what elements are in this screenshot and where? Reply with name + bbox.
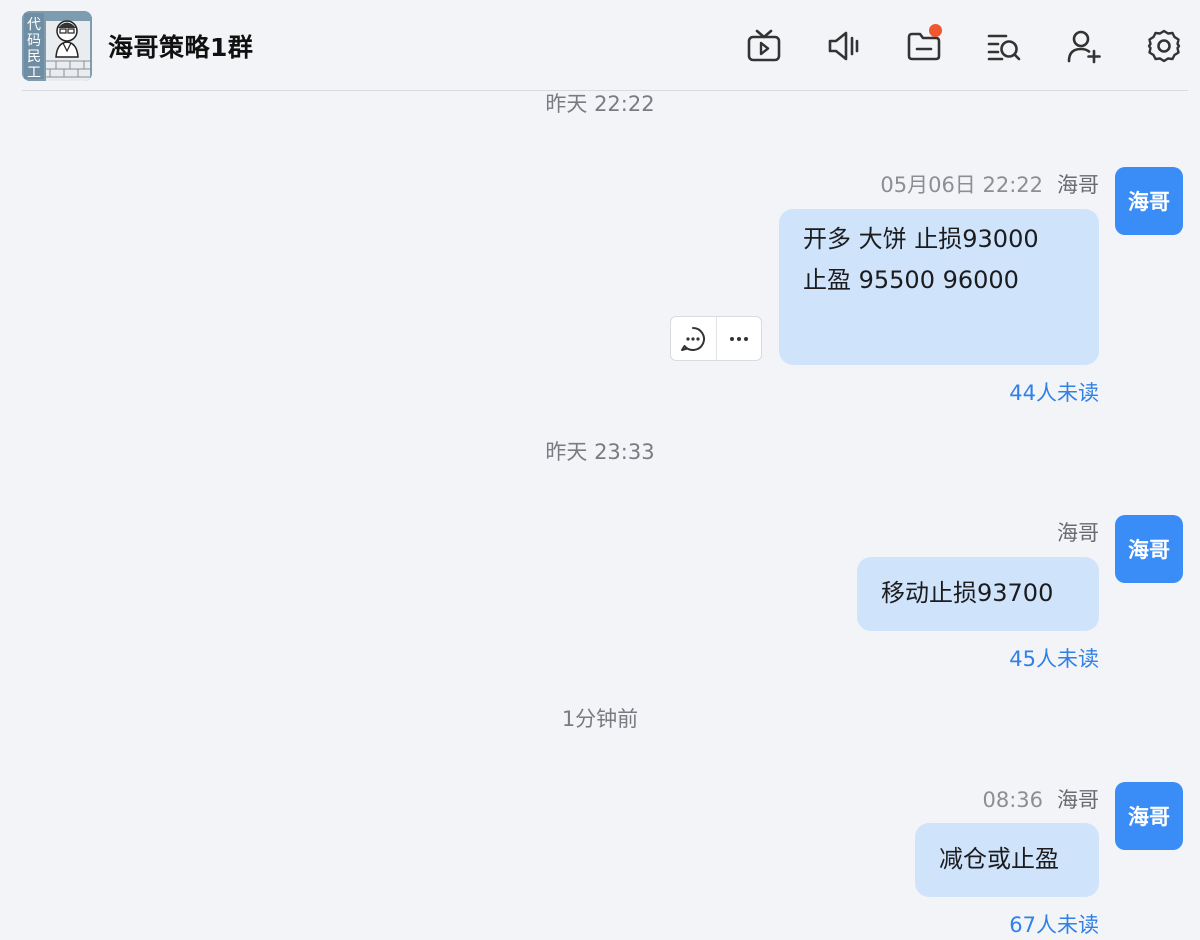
chat-window: 代 码 民 工 海哥策略1群 昨天 22:22 海哥 05月06日 22:22 …: [0, 0, 1200, 940]
message-timestamp: 08:36: [982, 788, 1043, 812]
unread-count-link[interactable]: 67人未读: [1009, 909, 1099, 939]
message-text-line: 减仓或止盈: [939, 845, 1059, 873]
sender-avatar[interactable]: 海哥: [1115, 782, 1183, 850]
message-meta: 海哥: [1057, 517, 1099, 547]
group-name-title[interactable]: 海哥策略1群: [108, 28, 253, 64]
live-tv-button[interactable]: [742, 24, 786, 68]
message-meta: 05月06日 22:22 海哥: [880, 169, 1099, 199]
message-bubble[interactable]: 减仓或止盈: [915, 823, 1099, 897]
live-tv-icon: [747, 29, 781, 62]
message-text-line: 移动止损93700: [881, 579, 1054, 607]
announcement-button[interactable]: [822, 24, 866, 68]
message-bubble[interactable]: 开多 大饼 止损93000 止盈 95500 96000: [779, 209, 1099, 365]
reply-button[interactable]: [671, 317, 716, 360]
group-avatar[interactable]: 代 码 民 工: [22, 11, 92, 81]
settings-button[interactable]: [1142, 24, 1186, 68]
message-meta: 08:36 海哥: [982, 784, 1099, 814]
chat-header: 代 码 民 工 海哥策略1群: [0, 0, 1200, 90]
settings-gear-icon: [1147, 29, 1181, 63]
more-options-button[interactable]: [715, 317, 762, 360]
unread-count-link[interactable]: 44人未读: [1009, 377, 1099, 407]
sender-name[interactable]: 海哥: [1057, 521, 1099, 545]
header-toolbar: [742, 24, 1182, 68]
group-files-button[interactable]: [902, 24, 946, 68]
group-avatar-illustration: 代 码 民 工: [22, 11, 92, 81]
notification-dot: [929, 24, 942, 37]
message-hover-actions: [670, 316, 762, 361]
svg-text:代: 代: [27, 17, 41, 33]
unread-count-link[interactable]: 45人未读: [1009, 643, 1099, 673]
sender-avatar[interactable]: 海哥: [1115, 167, 1183, 235]
more-dots-icon: [729, 336, 748, 341]
add-member-button[interactable]: [1062, 24, 1106, 68]
svg-text:工: 工: [27, 65, 41, 81]
time-separator: 昨天 22:22: [545, 92, 655, 116]
svg-text:码: 码: [27, 33, 41, 49]
message-text-line: 开多 大饼 止损93000: [803, 225, 1039, 253]
sender-avatar[interactable]: 海哥: [1115, 515, 1183, 583]
comment-icon: [681, 326, 706, 351]
time-separator: 昨天 23:33: [545, 440, 655, 464]
time-separator: 1分钟前: [561, 707, 639, 731]
message-bubble[interactable]: 移动止损93700: [857, 557, 1099, 631]
add-member-icon: [1067, 30, 1101, 64]
announcement-icon: [828, 31, 859, 61]
message-timestamp: 05月06日 22:22: [880, 173, 1043, 197]
message-text-line: 止盈 95500 96000: [803, 266, 1019, 294]
svg-text:民: 民: [27, 49, 41, 65]
search-history-button[interactable]: [982, 24, 1026, 68]
sender-name[interactable]: 海哥: [1057, 788, 1099, 812]
sender-name[interactable]: 海哥: [1057, 173, 1099, 197]
search-history-icon: [987, 34, 1021, 61]
